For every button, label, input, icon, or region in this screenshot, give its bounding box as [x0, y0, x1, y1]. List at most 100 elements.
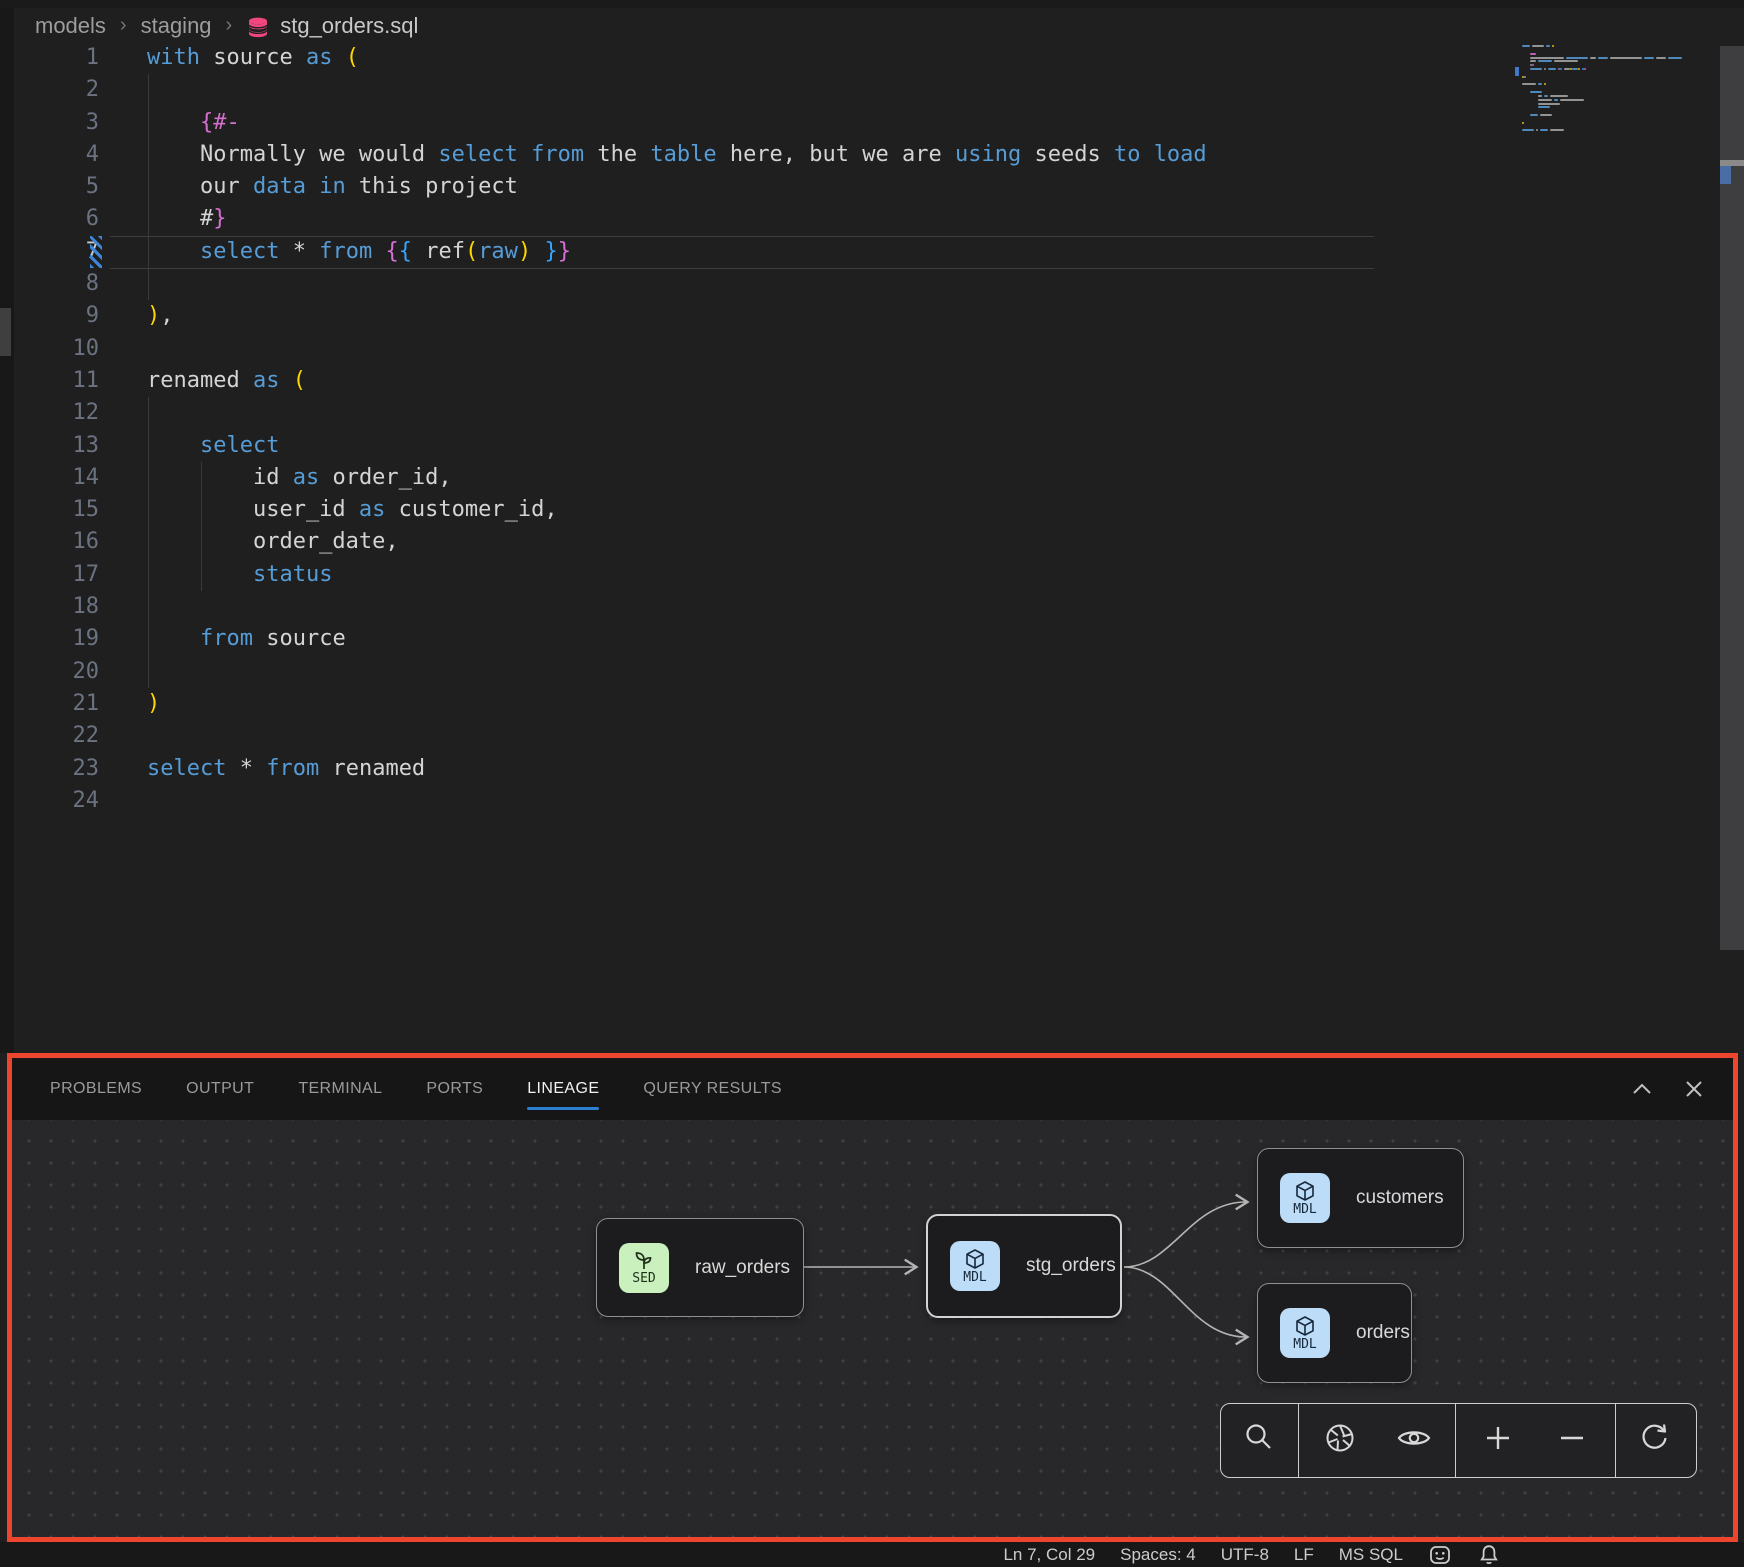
cube-icon [964, 1248, 986, 1270]
code-line-9[interactable]: 9), [14, 300, 1720, 332]
bell-icon[interactable] [1477, 1543, 1501, 1567]
status-lf[interactable]: LF [1294, 1545, 1314, 1565]
code-line-16[interactable]: 16 order_date, [14, 526, 1720, 558]
panel-actions [1629, 1058, 1707, 1120]
eye-icon [1396, 1421, 1432, 1460]
lineage-node-customers[interactable]: MDLcustomers [1257, 1148, 1464, 1248]
code-line-11[interactable]: 11renamed as ( [14, 365, 1720, 397]
toolbar-group-1 [1221, 1404, 1298, 1477]
cube-icon [1294, 1180, 1316, 1202]
minimap-line [1544, 95, 1548, 97]
lineage-node-orders[interactable]: MDLorders [1257, 1283, 1412, 1383]
code-line-1[interactable]: 1with source as ( [14, 42, 1720, 74]
tab-terminal[interactable]: TERMINAL [276, 1058, 404, 1120]
code-line-6[interactable]: 6 #} [14, 203, 1720, 235]
badge-label: MDL [1293, 1338, 1316, 1351]
seedling-icon [633, 1251, 655, 1271]
toolbar-group-2 [1298, 1404, 1456, 1477]
chevron-up-icon[interactable] [1629, 1076, 1655, 1102]
breadcrumb-file-name[interactable]: stg_orders.sql [280, 13, 418, 39]
minimap-line [1544, 68, 1546, 70]
close-icon[interactable] [1681, 1076, 1707, 1102]
left-gutter-strip [0, 8, 14, 1053]
line-number: 23 [14, 753, 99, 785]
eye-button[interactable] [1382, 1404, 1446, 1477]
minimap-line [1554, 60, 1578, 62]
code-line-2[interactable]: 2 [14, 74, 1720, 106]
status-ln-7[interactable]: Ln 7, Col 29 [1003, 1545, 1095, 1565]
code-line-14[interactable]: 14 id as order_id, [14, 462, 1720, 494]
lineage-toolbar [1220, 1403, 1697, 1478]
code-line-10[interactable]: 10 [14, 333, 1720, 365]
minimap-line [1540, 114, 1552, 116]
line-number: 17 [14, 559, 99, 591]
status-utf-8[interactable]: UTF-8 [1221, 1545, 1269, 1565]
status-spaces[interactable]: Spaces: 4 [1120, 1545, 1196, 1565]
overview-ruler-modified-mark [1720, 166, 1731, 184]
minimap-line [1546, 45, 1550, 47]
line-number: 1 [14, 42, 99, 74]
breadcrumb-item-staging[interactable]: staging [141, 13, 212, 39]
refresh-button[interactable] [1622, 1404, 1686, 1477]
minus-button[interactable] [1540, 1404, 1604, 1477]
chevron-right-icon: › [120, 14, 127, 37]
line-number: 5 [14, 171, 99, 203]
code-line-19[interactable]: 19 from source [14, 623, 1720, 655]
editor-scrollbar[interactable] [1720, 46, 1744, 950]
breadcrumb: models › staging › stg_orders.sql [14, 8, 418, 44]
tab-lineage[interactable]: LINEAGE [505, 1058, 621, 1120]
tab-query-results[interactable]: QUERY RESULTS [621, 1058, 804, 1120]
tab-output[interactable]: OUTPUT [164, 1058, 276, 1120]
minimap-line [1548, 68, 1556, 70]
code-line-18[interactable]: 18 [14, 591, 1720, 623]
line-number: 7 [14, 236, 99, 268]
tab-ports[interactable]: PORTS [404, 1058, 505, 1120]
bottom-panel: PROBLEMSOUTPUTTERMINALPORTSLINEAGEQUERY … [7, 1053, 1738, 1542]
code-line-13[interactable]: 13 select [14, 430, 1720, 462]
code-line-21[interactable]: 21) [14, 688, 1720, 720]
minimap-line [1532, 45, 1544, 47]
feedback-face-icon[interactable] [1428, 1543, 1452, 1567]
status-ms-sql[interactable]: MS SQL [1339, 1545, 1403, 1565]
minimap-line [1554, 99, 1558, 101]
editor-lines: 1with source as (23 {#-4 Normally we wou… [14, 42, 1720, 817]
breadcrumb-item-models[interactable]: models [35, 13, 106, 39]
code-line-23[interactable]: 23select * from renamed [14, 753, 1720, 785]
line-content [99, 720, 147, 752]
code-line-20[interactable]: 20 [14, 656, 1720, 688]
minimap-line [1536, 129, 1538, 131]
code-line-5[interactable]: 5 our data in this project [14, 171, 1720, 203]
code-line-15[interactable]: 15 user_id as customer_id, [14, 494, 1720, 526]
lineage-canvas[interactable]: SEDraw_ordersMDLstg_ordersMDLcustomersMD… [12, 1120, 1733, 1537]
code-line-7[interactable]: 7 select * from {{ ref(raw) }} [14, 236, 1720, 268]
line-content: renamed as ( [99, 365, 306, 397]
plus-button[interactable] [1466, 1404, 1530, 1477]
minimap-line [1566, 57, 1588, 59]
code-line-12[interactable]: 12 [14, 397, 1720, 429]
code-editor[interactable]: 1with source as (23 {#-4 Normally we wou… [14, 42, 1720, 1052]
line-content: ), [99, 300, 174, 332]
lineage-node-stg_orders[interactable]: MDLstg_orders [926, 1214, 1122, 1318]
seedling-badge: SED [619, 1243, 669, 1293]
minimap[interactable] [1506, 45, 1716, 165]
line-content: status [99, 559, 332, 591]
line-content [99, 268, 147, 300]
lineage-node-raw_orders[interactable]: SEDraw_orders [596, 1218, 804, 1317]
code-line-24[interactable]: 24 [14, 785, 1720, 817]
search-icon [1242, 1421, 1276, 1460]
code-line-3[interactable]: 3 {#- [14, 107, 1720, 139]
aperture-button[interactable] [1308, 1404, 1372, 1477]
code-line-8[interactable]: 8 [14, 268, 1720, 300]
badge-label: MDL [1293, 1203, 1316, 1216]
code-line-17[interactable]: 17 status [14, 559, 1720, 591]
minus-icon [1555, 1421, 1589, 1460]
minimap-line [1538, 106, 1550, 108]
code-line-4[interactable]: 4 Normally we would select from the tabl… [14, 139, 1720, 171]
minimap-line [1522, 129, 1534, 131]
tab-problems[interactable]: PROBLEMS [28, 1058, 164, 1120]
minimap-line [1598, 57, 1608, 59]
search-button[interactable] [1227, 1404, 1291, 1477]
minimap-line [1538, 103, 1560, 105]
code-line-22[interactable]: 22 [14, 720, 1720, 752]
minimap-line [1550, 95, 1568, 97]
